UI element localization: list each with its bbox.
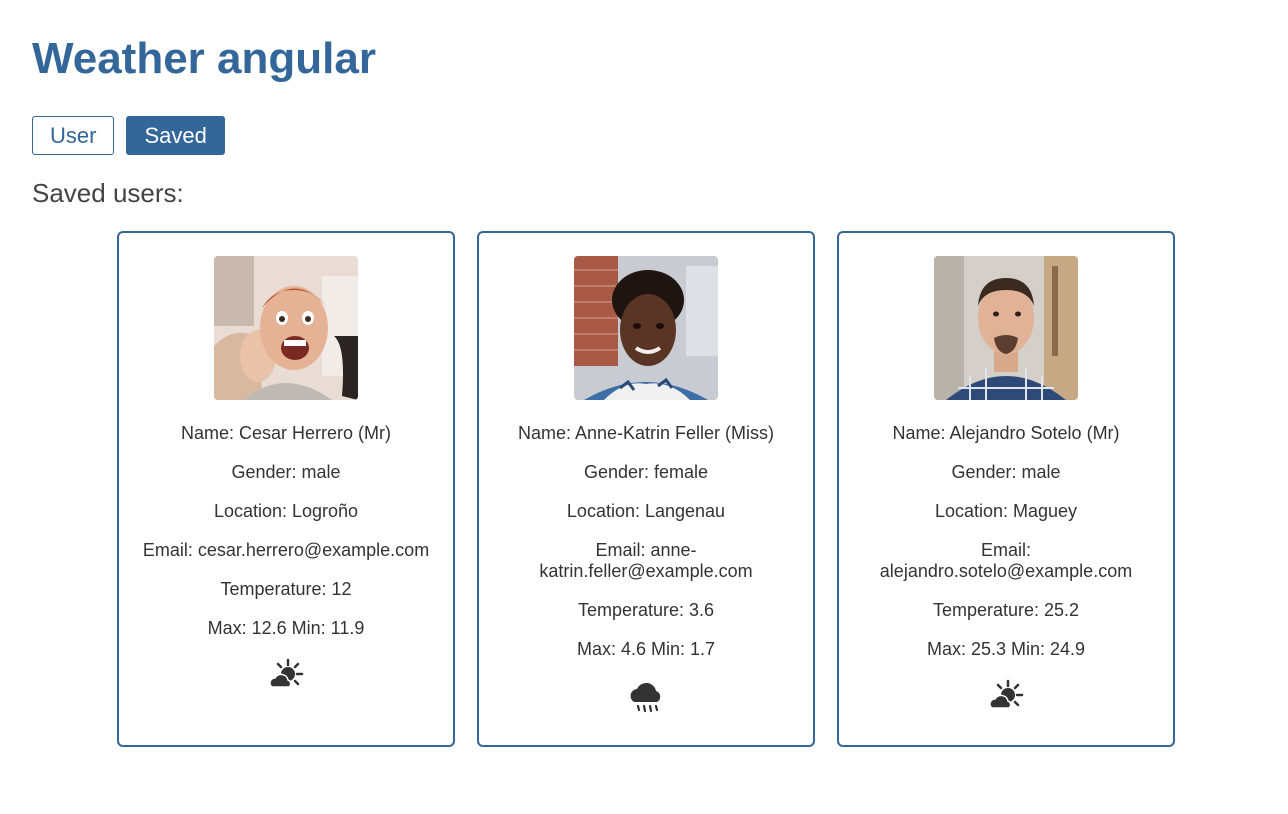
page: Weather angular User Saved Saved users: [0,0,1288,814]
user-info: Name: Cesar Herrero (Mr) Gender: male Lo… [131,423,441,639]
user-info: Name: Alejandro Sotelo (Mr) Gender: male… [851,423,1161,660]
saved-users-heading: Saved users: [32,178,184,208]
user-location: Location: Maguey [934,501,1078,521]
user-card: Name: Alejandro Sotelo (Mr) Gender: male… [837,231,1175,747]
saved-users-list: Name: Cesar Herrero (Mr) Gender: male Lo… [117,231,1175,747]
tab-bar: User Saved [32,116,225,155]
tab-saved[interactable]: Saved [126,116,225,155]
user-info: Name: Anne-Katrin Feller (Miss) Gender: … [491,423,801,660]
user-email: Email: alejandro.sotelo@example.com [879,540,1133,581]
avatar [214,256,358,400]
app-title: Weather angular [32,34,376,83]
user-card: Name: Anne-Katrin Feller (Miss) Gender: … [477,231,815,747]
user-max-min: Max: 25.3 Min: 24.9 [926,639,1086,659]
user-gender: Gender: female [583,462,709,482]
avatar [934,256,1078,400]
partly-cloudy-day-icon [989,679,1024,709]
user-gender: Gender: male [231,462,341,482]
user-location: Location: Logroño [213,501,359,521]
tab-user[interactable]: User [32,116,115,155]
avatar [574,256,718,400]
user-gender: Gender: male [951,462,1061,482]
user-location: Location: Langenau [566,501,726,521]
user-temperature: Temperature: 3.6 [577,600,715,620]
user-name: Name: Alejandro Sotelo (Mr) [892,423,1120,443]
user-max-min: Max: 4.6 Min: 1.7 [576,639,716,659]
user-max-min: Max: 12.6 Min: 11.9 [207,618,365,638]
user-email: Email: anne-katrin.feller@example.com [539,540,753,581]
rain-cloud-icon [630,682,661,713]
user-name: Name: Anne-Katrin Feller (Miss) [517,423,775,443]
user-card: Name: Cesar Herrero (Mr) Gender: male Lo… [117,231,455,747]
user-temperature: Temperature: 12 [220,579,352,599]
partly-cloudy-day-icon [269,658,304,688]
user-name: Name: Cesar Herrero (Mr) [180,423,392,443]
user-email: Email: cesar.herrero@example.com [142,540,430,560]
user-temperature: Temperature: 25.2 [932,600,1080,620]
